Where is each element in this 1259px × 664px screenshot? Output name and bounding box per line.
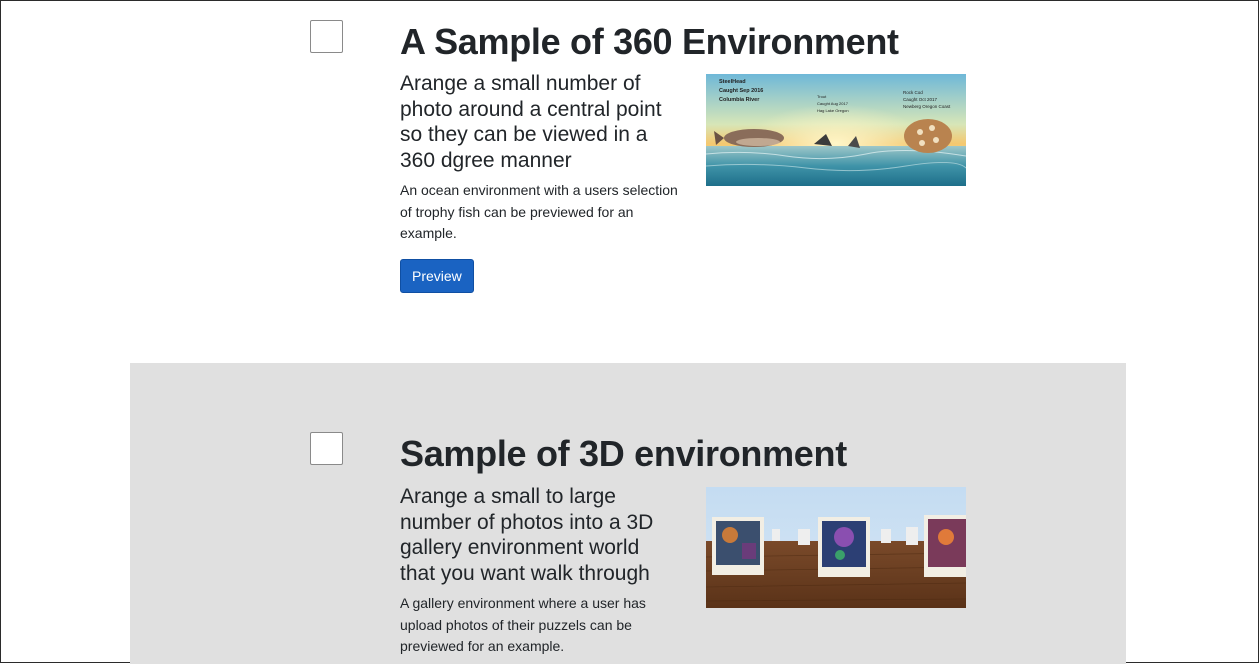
card-subtitle: Arange a small number of photo around a … <box>400 72 662 172</box>
caption-2-line3: Hag Lake Oregon <box>817 108 849 113</box>
preview-button[interactable]: Preview <box>400 259 474 293</box>
caption-3-line3: Newberg Oregon Coast <box>903 104 951 109</box>
caption-1-line1: SteelHead <box>719 79 746 85</box>
gallery-image <box>706 487 966 608</box>
caption-2-line1: Trout <box>817 94 827 99</box>
select-checkbox-3d[interactable] <box>310 432 343 465</box>
caption-2-line2: Caught Aug 2017 <box>817 101 849 106</box>
card-description: An ocean environment with a users select… <box>400 182 678 241</box>
select-checkbox-360[interactable] <box>310 20 343 53</box>
caption-3-line1: Rock Cod <box>903 90 923 95</box>
card-description: A gallery environment where a user has u… <box>400 595 646 654</box>
card-title: A Sample of 360 Environment <box>400 21 899 62</box>
caption-1-line3: Columbia River <box>719 97 760 103</box>
card-subtitle: Arange a small to large number of photos… <box>400 485 654 585</box>
ocean-fish-image: SteelHead Caught Sep 2016 Columbia River… <box>706 74 966 186</box>
caption-1-line2: Caught Sep 2016 <box>719 88 763 94</box>
card-3d-environment: Sample of 3D environment Arange a small … <box>130 363 1126 664</box>
caption-3-line2: Caught Oct 2017 <box>903 97 938 102</box>
card-title: Sample of 3D environment <box>400 433 847 474</box>
card-360-environment: A Sample of 360 Environment Arange a sma… <box>1 1 1259 363</box>
